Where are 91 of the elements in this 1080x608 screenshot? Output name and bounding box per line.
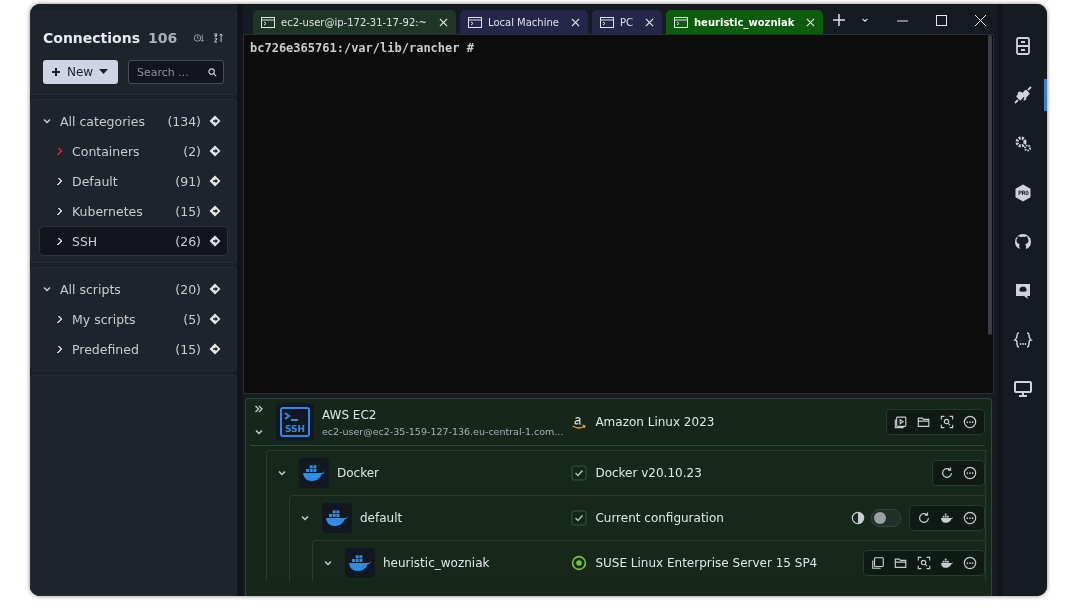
diamond-arrow-icon[interactable] [209, 343, 221, 355]
whale-icon[interactable] [940, 511, 955, 525]
close-icon[interactable] [571, 17, 580, 27]
checkbox[interactable] [571, 465, 588, 481]
plug-icon[interactable] [1013, 85, 1034, 105]
chevron-right-icon[interactable] [54, 314, 64, 324]
whale-icon [345, 548, 375, 578]
checkbox[interactable] [571, 510, 588, 526]
folder-icon[interactable] [917, 415, 932, 429]
node-name: AWS EC2 [322, 407, 378, 422]
node-address: ec2-user@ec2-35-159-127-136.eu-central-1.com... [322, 425, 564, 437]
terminal-icon [468, 16, 482, 28]
gears-icon[interactable] [1013, 134, 1034, 154]
node-name: default [360, 511, 404, 525]
chevron-right-icon[interactable] [54, 236, 64, 246]
category-item[interactable]: SSH (26) [39, 226, 228, 256]
category-header[interactable]: All categories (134) [39, 106, 228, 136]
terminal-tab[interactable]: heuristic_wozniak [666, 10, 824, 34]
close-icon[interactable] [975, 14, 987, 26]
close-icon[interactable] [806, 17, 816, 27]
chevron-down-icon[interactable] [42, 116, 52, 126]
status-text: Current configuration [595, 511, 724, 525]
terminal-tab[interactable]: ec2-user@ip-172-31-17-92:~ [253, 10, 456, 34]
terminal-icon [674, 16, 688, 28]
diamond-arrow-icon[interactable] [209, 235, 221, 247]
diamond-arrow-icon[interactable] [209, 115, 221, 127]
connection-count: 106 [148, 30, 178, 46]
chevron-down-icon[interactable] [323, 558, 333, 568]
status-text: SUSE Linux Enterprise Server 15 SP4 [595, 556, 818, 570]
category-item[interactable]: My scripts (5) [39, 304, 228, 334]
category-item[interactable]: Kubernetes (15) [39, 196, 228, 226]
category-header[interactable]: All scripts (20) [39, 274, 228, 304]
ring-icon [571, 555, 588, 571]
more-icon[interactable] [963, 415, 978, 429]
sidebar-title: Connections [43, 30, 141, 46]
diamond-arrow-icon[interactable] [209, 283, 221, 295]
more-icon[interactable] [963, 556, 978, 570]
smile-arrow-icon [571, 414, 588, 430]
terminal-prompt: bc726e365761:/var/lib/rancher # [250, 41, 474, 55]
sort-clock-icon[interactable] [193, 31, 205, 45]
category-item[interactable]: Default (91) [39, 166, 228, 196]
new-button[interactable]: New [43, 60, 118, 84]
folder-icon[interactable] [894, 556, 909, 570]
terminal-tab[interactable]: Local Machine [460, 10, 588, 34]
refresh-icon[interactable] [917, 511, 932, 525]
more-icon[interactable] [963, 511, 978, 525]
close-icon[interactable] [645, 17, 654, 27]
diamond-arrow-icon[interactable] [209, 205, 221, 217]
toggle-switch[interactable] [871, 509, 902, 527]
contrast-icon[interactable] [851, 511, 866, 525]
whale-icon[interactable] [940, 556, 955, 570]
chevron-right-icon[interactable] [54, 344, 64, 354]
monitor-icon[interactable] [1013, 379, 1034, 399]
terminal-logo: SSH [276, 403, 314, 441]
whale-icon [322, 503, 352, 533]
caret-icon [99, 69, 109, 75]
search-field[interactable]: Search ... [128, 60, 224, 84]
plus-icon [51, 67, 61, 77]
refresh-icon[interactable] [940, 466, 955, 480]
maximize-icon[interactable] [936, 14, 948, 26]
diamond-arrow-icon[interactable] [209, 145, 221, 157]
close-icon[interactable] [439, 17, 448, 27]
category-item[interactable]: Containers (2) [39, 136, 228, 166]
chevron-down-icon[interactable] [42, 284, 52, 294]
terminal-icon [600, 16, 614, 28]
chevron-down-icon[interactable] [300, 513, 310, 523]
status-text: Amazon Linux 2023 [595, 415, 715, 429]
whale-icon [299, 458, 329, 488]
diamond-arrow-icon[interactable] [209, 175, 221, 187]
braces-icon[interactable] [1013, 330, 1034, 350]
chevron-right-icon[interactable] [54, 206, 64, 216]
scan-icon[interactable] [940, 415, 955, 429]
terminal-icon [261, 16, 275, 28]
github-icon[interactable] [1013, 232, 1034, 252]
copy-icon[interactable] [871, 556, 886, 570]
double-chevron-icon[interactable] [254, 403, 264, 414]
terminal-tab[interactable]: PC [592, 10, 662, 34]
diamond-arrow-icon[interactable] [209, 313, 221, 325]
pro-icon[interactable] [1013, 183, 1034, 203]
chevron-right-icon[interactable] [54, 176, 64, 186]
add-tab-icon[interactable] [833, 14, 846, 26]
search-icon[interactable] [208, 68, 217, 77]
status-text: Docker v20.10.23 [595, 466, 702, 480]
scan-icon[interactable] [917, 556, 932, 570]
node-name: heuristic_wozniak [383, 556, 491, 570]
node-name: Docker [337, 466, 381, 480]
chevron-down-icon[interactable] [277, 468, 287, 478]
play-icon[interactable] [894, 415, 909, 429]
category-item[interactable]: Predefined (15) [39, 334, 228, 364]
more-icon[interactable] [963, 466, 978, 480]
sort-alpha-icon[interactable] [212, 31, 224, 45]
